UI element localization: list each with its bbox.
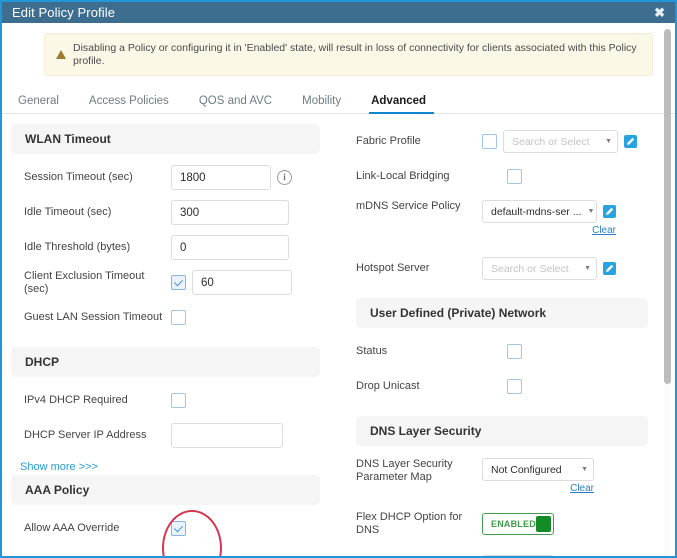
udn-status-checkbox[interactable] (507, 344, 522, 360)
label-hotspot-server: Hotspot Server (356, 262, 430, 275)
label-udn-status: Status (356, 345, 388, 358)
fabric-profile-edit-icon[interactable] (624, 135, 637, 149)
left-column: WLAN Timeout Session Timeout (sec) 1800 … (2, 124, 332, 552)
field-session-timeout: Session Timeout (sec) 1800 i (11, 160, 320, 195)
chevron-down-icon: ▼ (587, 208, 595, 216)
label-session-timeout: Session Timeout (sec) (24, 171, 133, 184)
mdns-service-policy-select[interactable]: default-mdns-ser ... ▼ (482, 200, 597, 224)
udn-drop-unicast-checkbox[interactable] (507, 379, 522, 395)
dialog-title: Edit Policy Profile (12, 5, 116, 20)
idle-threshold-input[interactable]: 0 (171, 235, 289, 261)
dns-parameter-map-select-value: Not Configured (491, 463, 562, 476)
field-idle-timeout: Idle Timeout (sec) 300 (11, 195, 320, 230)
fabric-profile-select[interactable]: Search or Select ▼ (503, 130, 618, 154)
label-allow-aaa-override: Allow AAA Override (24, 522, 120, 535)
field-dhcp-server-ip: DHCP Server IP Address (11, 418, 320, 453)
warning-triangle-icon (56, 50, 66, 60)
field-guest-lan-session-timeout: Guest LAN Session Timeout (11, 300, 320, 335)
section-header-wlan-timeout: WLAN Timeout (11, 124, 320, 155)
section-header-dhcp: DHCP (11, 347, 320, 378)
tab-advanced[interactable]: Advanced (363, 91, 448, 115)
label-link-local-bridging: Link-Local Bridging (356, 170, 450, 183)
chevron-down-icon: ▼ (584, 265, 591, 273)
label-mdns-service-policy: mDNS Service Policy (356, 200, 461, 213)
chevron-down-icon: ▼ (581, 466, 588, 474)
link-local-bridging-checkbox[interactable] (507, 169, 522, 185)
section-header-user-defined-network: User Defined (Private) Network (356, 298, 648, 329)
field-udn-drop-unicast: Drop Unicast (356, 369, 648, 404)
tab-qos-and-avc[interactable]: QOS and AVC (191, 91, 294, 113)
hotspot-server-select[interactable]: Search or Select ▼ (482, 257, 597, 281)
fabric-profile-checkbox[interactable] (482, 134, 497, 150)
idle-timeout-input[interactable]: 300 (171, 200, 289, 226)
label-idle-timeout: Idle Timeout (sec) (24, 206, 112, 219)
field-flex-dns-redirect: Flex DNS Traffic Redirect IGNORE (356, 545, 648, 556)
label-dhcp-server-ip: DHCP Server IP Address (24, 429, 147, 442)
chevron-down-icon: ▼ (605, 138, 612, 146)
label-dns-parameter-map: DNS Layer Security Parameter Map (356, 458, 453, 484)
tab-access-policies[interactable]: Access Policies (81, 91, 191, 113)
field-ipv4-dhcp-required: IPv4 DHCP Required (11, 383, 320, 418)
hotspot-server-select-value: Search or Select (491, 262, 569, 275)
mdns-service-policy-clear-link[interactable]: Clear (592, 225, 616, 236)
toggle-knob-icon (535, 516, 551, 533)
field-allow-aaa-override: Allow AAA Override (11, 511, 320, 546)
tab-bar: General Access Policies QOS and AVC Mobi… (2, 82, 675, 115)
field-fabric-profile: Fabric Profile Search or Select ▼ (356, 124, 648, 159)
mdns-service-policy-select-value: default-mdns-ser ... (491, 205, 582, 218)
client-exclusion-timeout-input[interactable]: 60 (192, 270, 292, 296)
settings-content: WLAN Timeout Session Timeout (sec) 1800 … (2, 114, 675, 556)
label-udn-drop-unicast: Drop Unicast (356, 380, 420, 393)
field-link-local-bridging: Link-Local Bridging (356, 159, 648, 194)
flex-dhcp-option-toggle[interactable]: ENABLED (482, 513, 554, 536)
field-client-exclusion-timeout: Client Exclusion Timeout (sec) 60 (11, 265, 320, 300)
ipv4-dhcp-required-checkbox[interactable] (171, 393, 186, 409)
dialog-body: Disabling a Policy or configuring it in … (2, 23, 675, 556)
fabric-profile-select-value: Search or Select (512, 135, 590, 148)
field-idle-threshold: Idle Threshold (bytes) 0 (11, 230, 320, 265)
tab-general[interactable]: General (10, 91, 81, 113)
label-ipv4-dhcp-required: IPv4 DHCP Required (24, 394, 128, 407)
label-idle-threshold: Idle Threshold (bytes) (24, 241, 131, 254)
dhcp-server-ip-input[interactable] (171, 423, 283, 449)
warning-banner-wrap: Disabling a Policy or configuring it in … (2, 23, 675, 82)
session-timeout-input[interactable]: 1800 (171, 165, 271, 191)
edit-policy-profile-dialog: Edit Policy Profile ✖ Disabling a Policy… (0, 0, 677, 558)
flex-dhcp-option-toggle-label: ENABLED (491, 519, 536, 530)
scrollbar-thumb[interactable] (664, 29, 671, 384)
section-header-aaa-policy: AAA Policy (11, 475, 320, 506)
dns-parameter-map-clear-link[interactable]: Clear (570, 483, 594, 494)
label-guest-lan-session-timeout: Guest LAN Session Timeout (24, 311, 163, 324)
field-flex-dhcp-option: Flex DHCP Option for DNS ENABLED (356, 503, 648, 545)
info-circle-icon[interactable]: i (277, 170, 292, 186)
field-mdns-service-policy: mDNS Service Policy default-mdns-ser ...… (356, 194, 648, 245)
warning-text: Disabling a Policy or configuring it in … (73, 42, 637, 67)
field-udn-status: Status (356, 334, 648, 369)
mdns-service-policy-edit-icon[interactable] (603, 205, 616, 219)
hotspot-server-edit-icon[interactable] (603, 262, 616, 276)
close-icon[interactable]: ✖ (652, 6, 667, 19)
show-more-link[interactable]: Show more >>> (11, 453, 320, 475)
label-flex-dhcp-option: Flex DHCP Option for DNS (356, 511, 463, 537)
field-dns-parameter-map: DNS Layer Security Parameter Map Not Con… (356, 452, 648, 503)
section-header-dns-layer-security: DNS Layer Security (356, 416, 648, 447)
dialog-titlebar: Edit Policy Profile ✖ (2, 2, 675, 23)
warning-banner: Disabling a Policy or configuring it in … (44, 33, 653, 77)
allow-aaa-override-checkbox[interactable] (171, 521, 186, 537)
label-fabric-profile: Fabric Profile (356, 135, 421, 148)
right-column: Fabric Profile Search or Select ▼ Link-L… (332, 124, 662, 556)
label-client-exclusion-timeout: Client Exclusion Timeout (sec) (24, 269, 145, 295)
client-exclusion-timeout-checkbox[interactable] (171, 275, 186, 291)
guest-lan-session-timeout-checkbox[interactable] (171, 310, 186, 326)
dns-parameter-map-select[interactable]: Not Configured ▼ (482, 458, 594, 482)
tab-mobility[interactable]: Mobility (294, 91, 363, 113)
field-nac-state: NAC State (11, 546, 320, 556)
field-hotspot-server: Hotspot Server Search or Select ▼ (356, 251, 648, 286)
